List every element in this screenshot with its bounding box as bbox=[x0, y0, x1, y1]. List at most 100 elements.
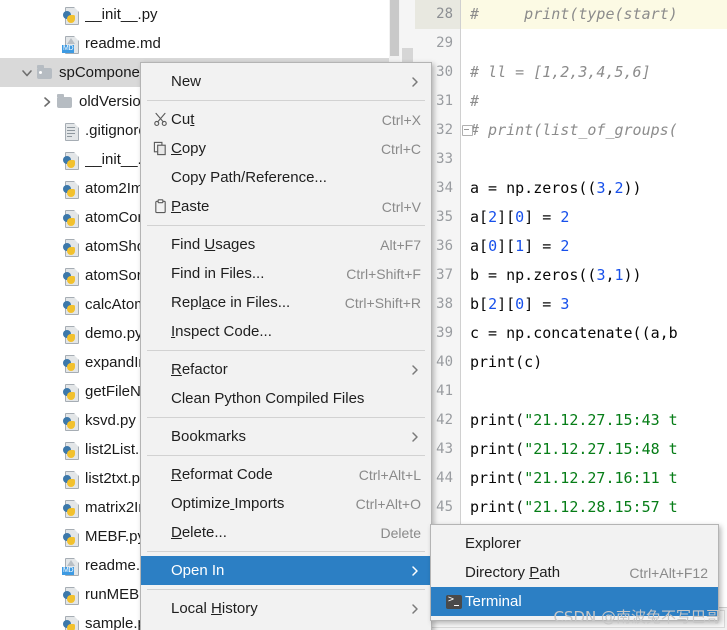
menu-item-label: Find in Files... bbox=[171, 265, 265, 282]
code-line[interactable]: print("21.12.27.16:11 t bbox=[470, 464, 678, 493]
code-line[interactable]: print("21.12.27.15:48 t bbox=[470, 435, 678, 464]
menu-item-copy[interactable]: Copy Ctrl+C bbox=[141, 134, 431, 163]
chevron-right-icon bbox=[409, 364, 421, 376]
menu-item-delete[interactable]: Delete... Delete bbox=[141, 518, 431, 547]
code-line[interactable]: c = np.concatenate((a,b bbox=[470, 319, 678, 348]
python-file-icon bbox=[62, 238, 80, 257]
code-token: 0 bbox=[515, 208, 525, 226]
chevron-down-icon[interactable] bbox=[18, 64, 36, 82]
code-line[interactable]: print("21.12.27.15:43 t bbox=[470, 406, 678, 435]
code-token: "21.12.27.15:43 t bbox=[524, 411, 678, 429]
tree-item--init-py[interactable]: __init__.py bbox=[0, 0, 400, 29]
python-file-icon bbox=[62, 615, 80, 630]
submenu-item-directory-path[interactable]: Directory Path Ctrl+Alt+F12 bbox=[431, 558, 718, 587]
code-line[interactable]: b[2][0] = 3 bbox=[470, 290, 569, 319]
code-line[interactable]: # ll = [1,2,3,4,5,6] bbox=[470, 58, 651, 87]
menu-item-label: Inspect Code... bbox=[171, 323, 272, 340]
code-token: 2 bbox=[560, 208, 570, 226]
code-token: ] = bbox=[524, 237, 561, 255]
menu-item-clean-python-compiled-files[interactable]: Clean Python Compiled Files bbox=[141, 384, 431, 413]
code-token: 2 bbox=[614, 179, 624, 197]
code-token: 2 bbox=[560, 237, 570, 255]
menu-item-label: Copy bbox=[171, 140, 207, 157]
python-file-icon bbox=[62, 499, 80, 518]
code-line[interactable]: print(c) bbox=[470, 348, 542, 377]
line-number: 37 bbox=[436, 267, 453, 283]
menu-item-reload-from-disk[interactable]: Reload from Disk bbox=[141, 623, 431, 630]
code-token: , bbox=[605, 266, 615, 284]
menu-item-bookmarks[interactable]: Bookmarks bbox=[141, 422, 431, 451]
tree-item-label: MEBF.py bbox=[85, 528, 146, 545]
context-menu[interactable]: New Cut Ctrl+X Copy Ctrl+C Copy Path/Referenc… bbox=[140, 62, 432, 630]
menu-item-label: Optimize Imports bbox=[171, 495, 285, 512]
menu-item-no-icon bbox=[149, 466, 171, 484]
code-token: print(c) bbox=[470, 353, 543, 371]
code-token: "21.12.27.16:11 t bbox=[524, 469, 678, 487]
code-token: "21.12.28.15:57 t bbox=[524, 498, 678, 516]
menu-item-no-icon bbox=[149, 73, 171, 91]
submenu-item-explorer[interactable]: Explorer bbox=[431, 529, 718, 558]
menu-item-label: Clean Python Compiled Files bbox=[171, 390, 365, 407]
code-token: )) bbox=[623, 179, 642, 197]
tree-scrollbar-thumb[interactable] bbox=[390, 0, 399, 56]
menu-item-refactor[interactable]: Refactor bbox=[141, 355, 431, 384]
menu-item-shortcut: Ctrl+Alt+L bbox=[358, 466, 421, 483]
terminal-icon bbox=[443, 593, 465, 611]
code-line[interactable]: a[2][0] = 2 bbox=[470, 203, 569, 232]
menu-item-copy-path-reference[interactable]: Copy Path/Reference... bbox=[141, 163, 431, 192]
menu-separator bbox=[147, 551, 425, 552]
menu-item-shortcut: Ctrl+Shift+F bbox=[346, 265, 421, 282]
line-number: 32 bbox=[436, 122, 453, 138]
code-line[interactable]: # print(list_of_groups( bbox=[462, 116, 678, 145]
python-file-icon bbox=[62, 180, 80, 199]
line-number: 39 bbox=[436, 325, 453, 341]
menu-item-shortcut: Ctrl+C bbox=[380, 140, 421, 157]
code-line[interactable]: a = np.zeros((3,2)) bbox=[470, 174, 642, 203]
code-fold-icon[interactable] bbox=[462, 125, 473, 136]
submenu-item-label: Directory Path bbox=[465, 564, 561, 581]
code-token: 0 bbox=[488, 237, 498, 255]
line-number: 36 bbox=[436, 238, 453, 254]
menu-item-no-icon bbox=[149, 495, 171, 513]
menu-item-new[interactable]: New bbox=[141, 67, 431, 96]
menu-item-inspect-code[interactable]: Inspect Code... bbox=[141, 317, 431, 346]
ide-window: __init__.py MD readme.md spComponents oldVer… bbox=[0, 0, 727, 630]
menu-item-replace-in-files[interactable]: Replace in Files... Ctrl+Shift+R bbox=[141, 288, 431, 317]
code-token: )) bbox=[623, 266, 642, 284]
menu-item-optimize-imports[interactable]: Optimize Imports Ctrl+Alt+O bbox=[141, 489, 431, 518]
submenu-item-label: Explorer bbox=[465, 535, 521, 552]
code-token: b = np.zeros(( bbox=[470, 266, 597, 284]
code-token: ] = bbox=[524, 208, 561, 226]
line-number: 34 bbox=[436, 180, 453, 196]
code-line[interactable]: print("21.12.28.15:57 t bbox=[470, 493, 678, 522]
python-file-icon bbox=[62, 470, 80, 489]
tree-item-readme-md[interactable]: MD readme.md bbox=[0, 29, 400, 58]
code-line[interactable]: b = np.zeros((3,1)) bbox=[470, 261, 642, 290]
menu-item-paste[interactable]: Paste Ctrl+V bbox=[141, 192, 431, 221]
code-line[interactable]: # bbox=[470, 87, 479, 116]
menu-separator bbox=[147, 350, 425, 351]
chevron-right-icon[interactable] bbox=[38, 93, 56, 111]
code-line[interactable]: a[0][1] = 2 bbox=[470, 232, 569, 261]
folder-icon bbox=[56, 93, 74, 111]
tree-item-label: oldVersion bbox=[79, 93, 150, 110]
menu-item-find-in-files[interactable]: Find in Files... Ctrl+Shift+F bbox=[141, 259, 431, 288]
code-token: # print(list_of_groups( bbox=[470, 121, 678, 139]
text-file-icon bbox=[62, 122, 80, 141]
menu-item-local-history[interactable]: Local History bbox=[141, 594, 431, 623]
code-line[interactable]: # print(type(start) bbox=[470, 0, 678, 29]
menu-item-open-in[interactable]: Open In bbox=[141, 556, 431, 585]
menu-item-reformat-code[interactable]: Reformat Code Ctrl+Alt+L bbox=[141, 460, 431, 489]
menu-item-cut[interactable]: Cut Ctrl+X bbox=[141, 105, 431, 134]
menu-separator bbox=[147, 455, 425, 456]
code-token: # print(type(start) bbox=[470, 5, 678, 23]
code-token: ][ bbox=[497, 295, 516, 313]
python-file-icon bbox=[62, 586, 80, 605]
menu-item-find-usages[interactable]: Find Usages Alt+F7 bbox=[141, 230, 431, 259]
